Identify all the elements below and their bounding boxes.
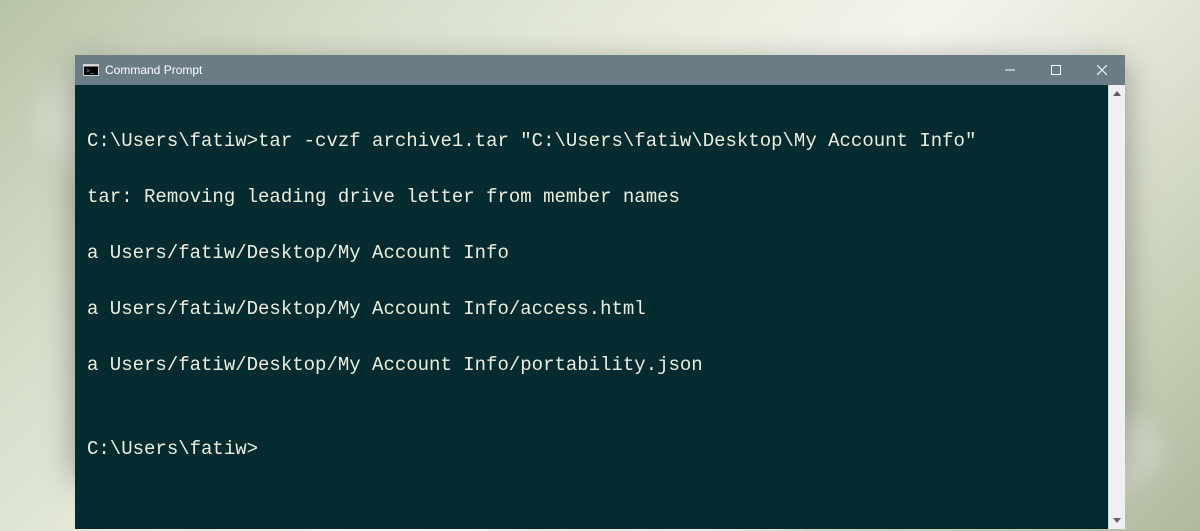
scroll-up-button[interactable] <box>1109 85 1125 102</box>
command-prompt-icon: >_ <box>83 62 99 78</box>
terminal-line: a Users/fatiw/Desktop/My Account Info/po… <box>87 351 1098 379</box>
prompt: C:\Users\fatiw> <box>87 130 258 152</box>
client-area: C:\Users\fatiw>tar -cvzf archive1.tar "C… <box>75 85 1125 529</box>
vertical-scrollbar[interactable] <box>1108 85 1125 529</box>
scroll-down-button[interactable] <box>1109 512 1125 529</box>
terminal-line: a Users/fatiw/Desktop/My Account Info/ac… <box>87 295 1098 323</box>
titlebar[interactable]: >_ Command Prompt <box>75 55 1125 85</box>
terminal-line: C:\Users\fatiw> <box>87 435 1098 463</box>
maximize-button[interactable] <box>1033 55 1079 85</box>
scroll-track[interactable] <box>1109 102 1125 512</box>
close-button[interactable] <box>1079 55 1125 85</box>
terminal-output[interactable]: C:\Users\fatiw>tar -cvzf archive1.tar "C… <box>75 85 1108 529</box>
window-title: Command Prompt <box>105 63 202 77</box>
terminal-line: C:\Users\fatiw>tar -cvzf archive1.tar "C… <box>87 127 1098 155</box>
minimize-button[interactable] <box>987 55 1033 85</box>
terminal-line: a Users/fatiw/Desktop/My Account Info <box>87 239 1098 267</box>
svg-text:>_: >_ <box>86 67 94 75</box>
prompt: C:\Users\fatiw> <box>87 438 258 460</box>
terminal-line: tar: Removing leading drive letter from … <box>87 183 1098 211</box>
command-text: tar -cvzf archive1.tar "C:\Users\fatiw\D… <box>258 130 976 152</box>
command-prompt-window: >_ Command Prompt C:\Users\fatiw>tar -cv… <box>75 55 1125 470</box>
